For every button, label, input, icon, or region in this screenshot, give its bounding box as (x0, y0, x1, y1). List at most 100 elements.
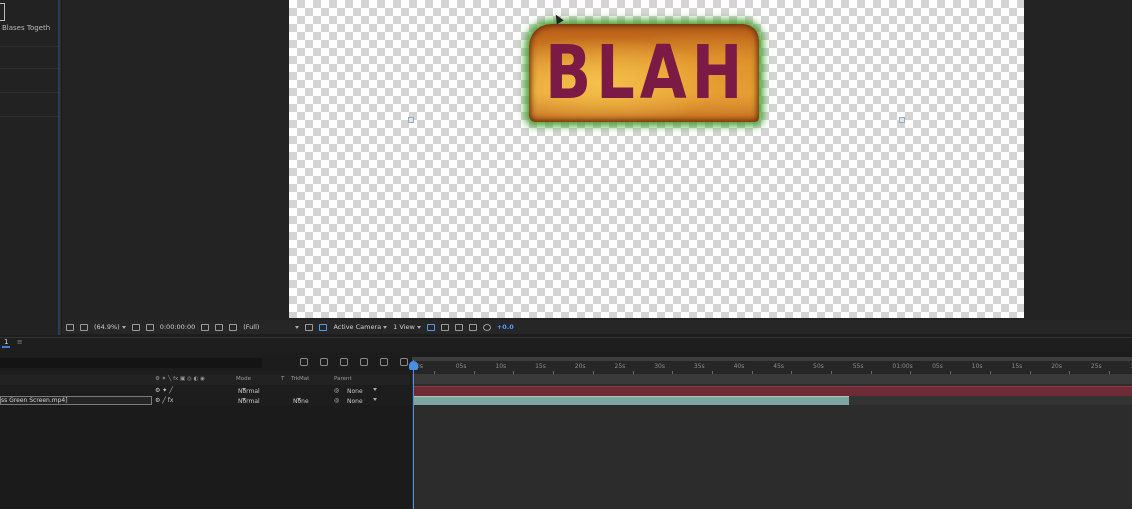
ruler-tick-label: 10s (971, 363, 983, 370)
resolution-select[interactable]: (Full) (243, 323, 300, 331)
layer-switches[interactable]: ⚙ ╱ fx (155, 397, 173, 404)
parent-pickwhip-icon[interactable]: ◎ (334, 387, 339, 394)
mask-visibility-icon[interactable] (145, 323, 154, 331)
work-area-bar[interactable] (412, 357, 1132, 361)
view-layout-value: 1 View (393, 323, 415, 331)
ruler-tick-label: 45s (773, 363, 785, 370)
magnification-select[interactable]: (64.9%) (94, 323, 126, 331)
project-row-divider (0, 92, 58, 93)
current-time-indicator[interactable] (413, 360, 414, 509)
ruler-tick-label: 25s (1090, 363, 1102, 370)
layer-duration-bar[interactable] (414, 396, 849, 405)
chevron-down-icon (242, 388, 246, 391)
layer-parent-value: None (347, 398, 363, 405)
exposure-reset-icon[interactable] (482, 323, 491, 331)
layer-empty-track (849, 396, 1132, 405)
timeline-panel-header: 1 ≡ (0, 337, 1132, 351)
layer-list-empty-area (0, 405, 412, 509)
viewer-toolbar: (64.9%) 0:00:00:00 (Full) Active Camera … (62, 320, 1132, 334)
fire-text-layer[interactable]: BLAH (529, 24, 759, 122)
exposure-value[interactable]: +0.0 (497, 323, 514, 331)
layer-handle[interactable] (408, 117, 414, 123)
shy-layers-icon[interactable] (340, 358, 348, 366)
magnification-value: (64.9%) (94, 323, 120, 331)
chevron-down-icon (242, 398, 246, 401)
layer-search-input[interactable] (0, 358, 262, 368)
composition-icon[interactable] (0, 3, 5, 21)
layer-row[interactable]: ⚙ ✦ ╱ Normal ◎ None (0, 386, 410, 396)
parent-pickwhip-icon[interactable]: ◎ (334, 397, 339, 404)
always-preview-icon[interactable] (66, 323, 74, 331)
chevron-down-icon (121, 326, 126, 329)
mode-column-label: Mode (236, 376, 251, 382)
graph-editor-icon[interactable] (400, 358, 408, 366)
ruler-tick-label: 50s (813, 363, 824, 370)
ruler-tick-label: 20s (1051, 363, 1062, 370)
ruler-tick-label: 01:00s (892, 363, 913, 370)
mouse-cursor-icon (552, 12, 564, 25)
timeline-search-row (0, 356, 410, 370)
flowchart-icon[interactable] (468, 323, 477, 331)
timeline-switches (300, 358, 408, 366)
ruler-tick-label: 05s (932, 363, 943, 370)
transparency-grid-icon[interactable] (319, 323, 328, 331)
ruler-tick-label: 40s (733, 363, 745, 370)
camera-snapshot-icon[interactable] (201, 323, 210, 331)
composition-mini-flowchart-icon[interactable] (300, 358, 308, 366)
frame-blending-icon[interactable] (360, 358, 368, 366)
ruler-tick-label: 05s (455, 363, 467, 370)
camera-value: Active Camera (333, 323, 382, 331)
camera-select[interactable]: Active Camera (333, 323, 388, 331)
ruler-tick-label: 25s (614, 363, 626, 370)
project-row-divider (0, 46, 58, 47)
color-channels-icon[interactable] (229, 323, 238, 331)
trkmat-column-label: TrkMat (291, 376, 310, 382)
timeline-icon[interactable] (454, 323, 463, 331)
layer-handle[interactable] (899, 117, 905, 123)
ruler-tick-label: 20s (574, 363, 586, 370)
ruler-tick-label: 10s (495, 363, 507, 370)
toggle-pixel-aspect-icon[interactable] (426, 323, 435, 331)
project-row-divider (0, 68, 58, 69)
track-row-shade (412, 374, 1132, 384)
t-column-label: T (281, 376, 285, 382)
ruler-tick-label: 15s (1011, 363, 1023, 370)
show-snapshot-icon[interactable] (215, 323, 224, 331)
panel-focus-line (58, 0, 60, 335)
chevron-down-icon (295, 326, 300, 329)
time-ruler[interactable]: 0s 05s 10s 15s 20s 25s 30s 35s 40s 45s 50s 55s 01:00… (412, 357, 1132, 374)
region-of-interest-icon[interactable] (305, 323, 314, 331)
resolution-value: (Full) (243, 323, 260, 331)
monitor-icon[interactable] (80, 323, 88, 331)
layer-duration-bar[interactable] (414, 386, 1132, 396)
fast-previews-icon[interactable] (440, 323, 449, 331)
ruler-tick-label: 15s (535, 363, 546, 370)
layer-name[interactable]: ss Green Screen.mp4] (1, 397, 68, 404)
chevron-down-icon (416, 326, 421, 329)
chevron-down-icon (373, 398, 377, 401)
view-layout-select[interactable]: 1 View (393, 323, 421, 331)
project-panel: Blases Togeth (0, 0, 61, 335)
project-row-divider (0, 116, 58, 117)
layer-switches[interactable]: ⚙ ✦ ╱ (155, 387, 173, 394)
ruler-tick-label: 55s (852, 363, 864, 370)
switches-icons: ⚙ ✦ ╲ fx ▣ ◎ ◐ ◉ (155, 376, 205, 382)
chevron-down-icon (373, 388, 377, 391)
current-time[interactable]: 0:00:00:00 (160, 323, 196, 331)
chevron-down-icon (383, 326, 388, 329)
motion-blur-icon[interactable] (380, 358, 388, 366)
grid-icon[interactable] (131, 323, 140, 331)
project-item-label[interactable]: Blases Togeth (2, 24, 50, 32)
timeline-tab[interactable]: 1 (2, 338, 11, 348)
chevron-down-icon (297, 398, 301, 401)
composition-canvas[interactable]: BLAH (289, 0, 1024, 318)
parent-column-label: Parent (334, 376, 352, 382)
composition-text: BLAH (545, 30, 748, 116)
ruler-tick-label: 35s (693, 363, 705, 370)
current-time-indicator-head[interactable] (409, 361, 418, 370)
draft-3d-icon[interactable] (320, 358, 328, 366)
panel-menu-icon[interactable]: ≡ (17, 338, 23, 346)
layer-parent-value: None (347, 388, 363, 395)
layer-column-header: ⚙ ✦ ╲ fx ▣ ◎ ◐ ◉ Mode T TrkMat Parent (0, 375, 410, 385)
ruler-tick-label: 30s (654, 363, 665, 370)
